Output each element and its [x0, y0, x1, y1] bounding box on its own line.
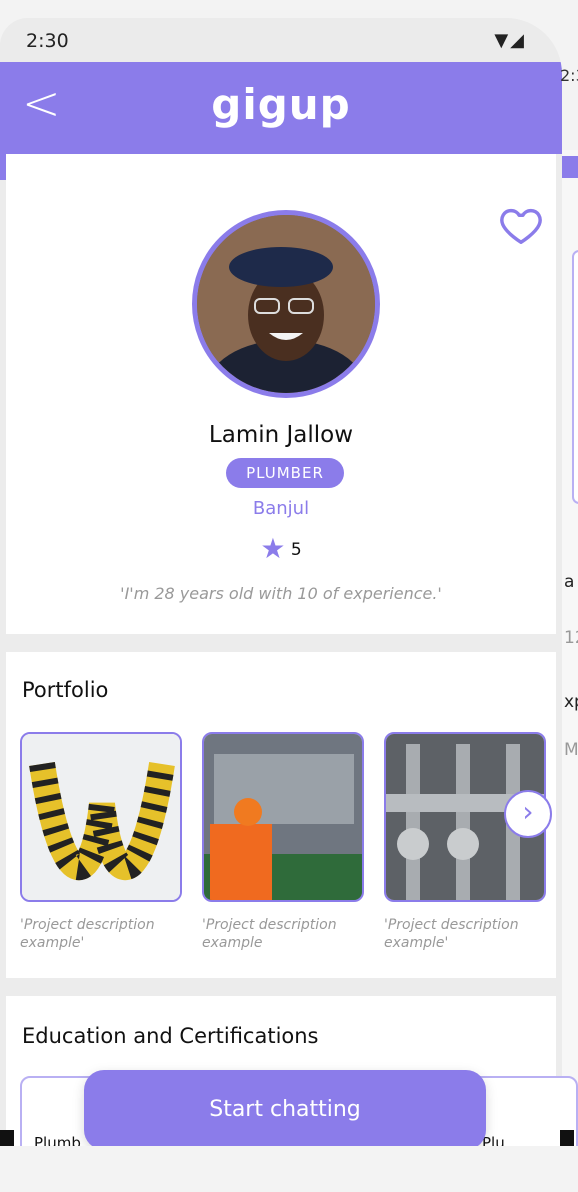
background-card-peek — [572, 250, 578, 504]
signal-icon: ▼◢ — [494, 30, 526, 51]
profile-name: Lamin Jallow — [208, 422, 354, 448]
background-status-time: 2:3 — [560, 66, 578, 85]
profile-card: Lamin Jallow PLUMBER Banjul ★ 5 'I'm 28 … — [6, 154, 556, 634]
portfolio-caption: 'Project description example' — [384, 917, 519, 951]
favorite-heart-icon[interactable] — [498, 202, 544, 248]
portfolio-item[interactable] — [20, 732, 182, 902]
rating-value: 5 — [290, 540, 302, 560]
status-bar: 2:30 ▼◢ — [0, 18, 562, 62]
role-badge: PLUMBER — [226, 458, 344, 488]
portfolio-item[interactable] — [202, 732, 364, 902]
status-time: 2:30 — [26, 30, 69, 52]
background-appbar-right — [562, 156, 578, 178]
profile-quote: 'I'm 28 years old with 10 of experience.… — [120, 584, 442, 603]
avatar-photo — [197, 215, 375, 393]
portfolio-section: Portfolio › 'Project description example… — [6, 652, 556, 978]
portfolio-image — [22, 734, 180, 900]
profile-city: Banjul — [252, 498, 310, 519]
background-text-3: xp — [564, 692, 578, 712]
screen-edge — [560, 1130, 574, 1146]
bottom-background — [0, 1146, 578, 1192]
background-text-2: 12 — [564, 628, 578, 648]
profile-rating: ★ 5 — [6, 532, 556, 565]
app-logo: gigup — [211, 80, 351, 129]
background-text-1: a — [564, 572, 575, 592]
start-chatting-button[interactable]: Start chatting — [84, 1070, 486, 1150]
education-title: Education and Certifications — [22, 1024, 319, 1048]
background-text-4: M — [564, 740, 578, 760]
portfolio-title: Portfolio — [22, 678, 109, 702]
star-icon: ★ — [260, 532, 286, 565]
screen-edge — [0, 1130, 14, 1146]
portfolio-image — [204, 734, 362, 900]
portfolio-caption: 'Project description example' — [20, 917, 155, 951]
app-bar: < gigup — [0, 62, 562, 154]
portfolio-caption: 'Project description example — [202, 917, 337, 951]
avatar — [192, 210, 380, 398]
portfolio-next-button[interactable]: › — [504, 790, 552, 838]
